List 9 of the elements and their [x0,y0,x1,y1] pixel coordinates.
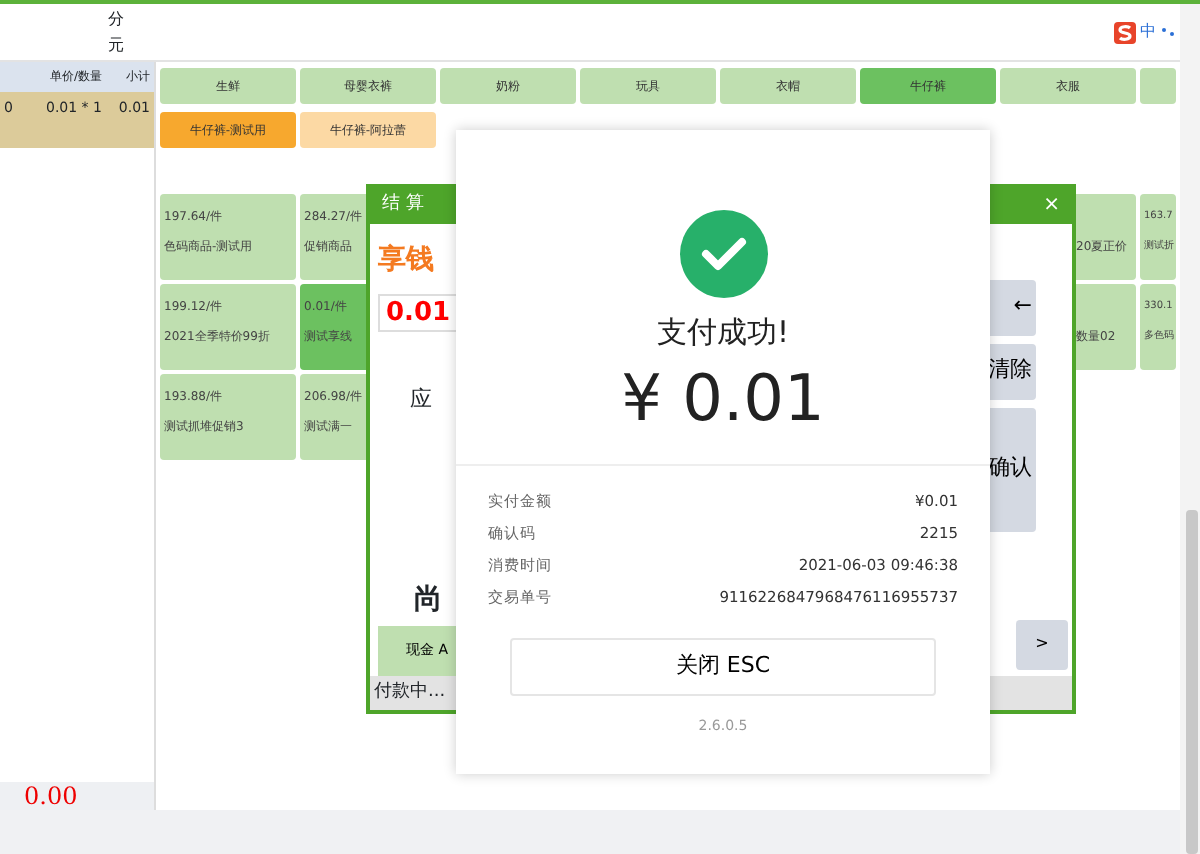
success-title: 支付成功! [656,312,789,354]
paid-amount: ¥ 0.01 [621,359,825,435]
total-amount: 0.00 [24,780,78,814]
unit-label: 元 [108,34,124,58]
due-label: 应 [408,383,434,415]
remaining-label: 尚 [412,582,444,620]
unit-label: 分 [108,8,124,32]
dialog-heading: 享钱 [378,241,436,279]
dialog-title: 结 算 [382,192,424,218]
